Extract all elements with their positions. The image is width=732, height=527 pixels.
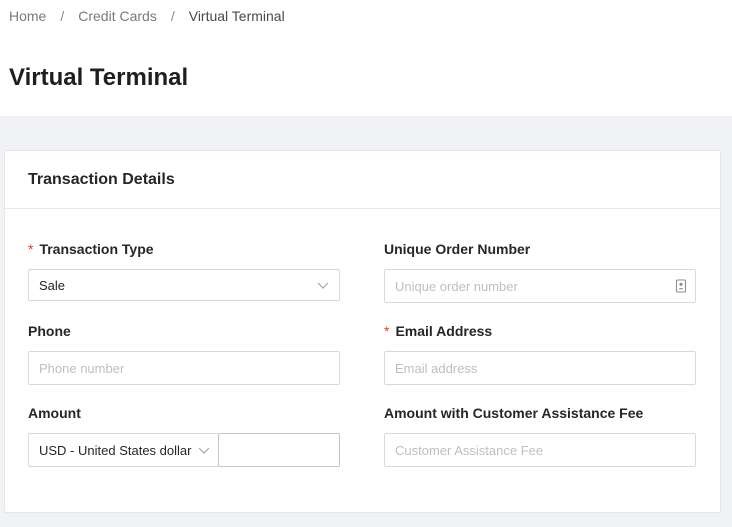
phone-label: Phone <box>28 323 71 339</box>
amount-label: Amount <box>28 405 81 421</box>
breadcrumb-current: Virtual Terminal <box>188 8 285 24</box>
assistance-fee-field: Amount with Customer Assistance Fee <box>384 404 643 422</box>
email-input[interactable] <box>395 360 695 376</box>
phone-field: Phone <box>28 322 71 340</box>
card-header: Transaction Details <box>5 151 720 209</box>
assistance-fee-label: Amount with Customer Assistance Fee <box>384 405 644 421</box>
order-number-field: Unique Order Number <box>384 240 530 258</box>
page-header: Home / Credit Cards / Virtual Terminal V… <box>0 0 732 116</box>
amount-input[interactable] <box>229 442 339 458</box>
breadcrumb-separator: / <box>170 8 175 24</box>
page-title: Virtual Terminal <box>9 64 189 91</box>
breadcrumb: Home / Credit Cards / Virtual Terminal <box>9 8 285 24</box>
phone-input-wrapper <box>28 351 340 385</box>
transaction-type-label-text: Transaction Type <box>39 241 154 257</box>
chevron-down-icon <box>198 444 210 456</box>
currency-select[interactable]: USD - United States dollar <box>28 433 219 467</box>
assistance-fee-input-wrapper <box>384 433 696 467</box>
currency-value: USD - United States dollar <box>39 442 192 458</box>
email-label-text: Email Address <box>395 323 493 339</box>
transaction-type-label: * Transaction Type <box>28 240 154 258</box>
card-title: Transaction Details <box>28 170 175 188</box>
transaction-type-value: Sale <box>39 277 66 293</box>
email-field: * Email Address <box>384 322 492 340</box>
breadcrumb-separator: / <box>60 8 65 24</box>
transaction-details-card: Transaction Details * Transaction Type S… <box>4 150 721 513</box>
order-number-input[interactable] <box>395 278 695 294</box>
required-marker: * <box>384 323 390 339</box>
amount-field: Amount <box>28 404 81 422</box>
amount-input-wrapper <box>218 433 340 467</box>
order-number-label: Unique Order Number <box>384 241 531 257</box>
contact-card-icon[interactable] <box>675 279 687 293</box>
phone-input[interactable] <box>39 360 339 376</box>
email-input-wrapper <box>384 351 696 385</box>
assistance-fee-input[interactable] <box>395 442 695 458</box>
email-label: * Email Address <box>384 322 492 340</box>
breadcrumb-credit-cards-link[interactable]: Credit Cards <box>78 8 157 24</box>
required-marker: * <box>28 241 34 257</box>
transaction-type-field: * Transaction Type <box>28 240 154 258</box>
breadcrumb-home-link[interactable]: Home <box>9 8 46 24</box>
transaction-type-select[interactable]: Sale <box>28 269 340 301</box>
order-number-input-wrapper <box>384 269 696 303</box>
chevron-down-icon <box>317 279 329 291</box>
